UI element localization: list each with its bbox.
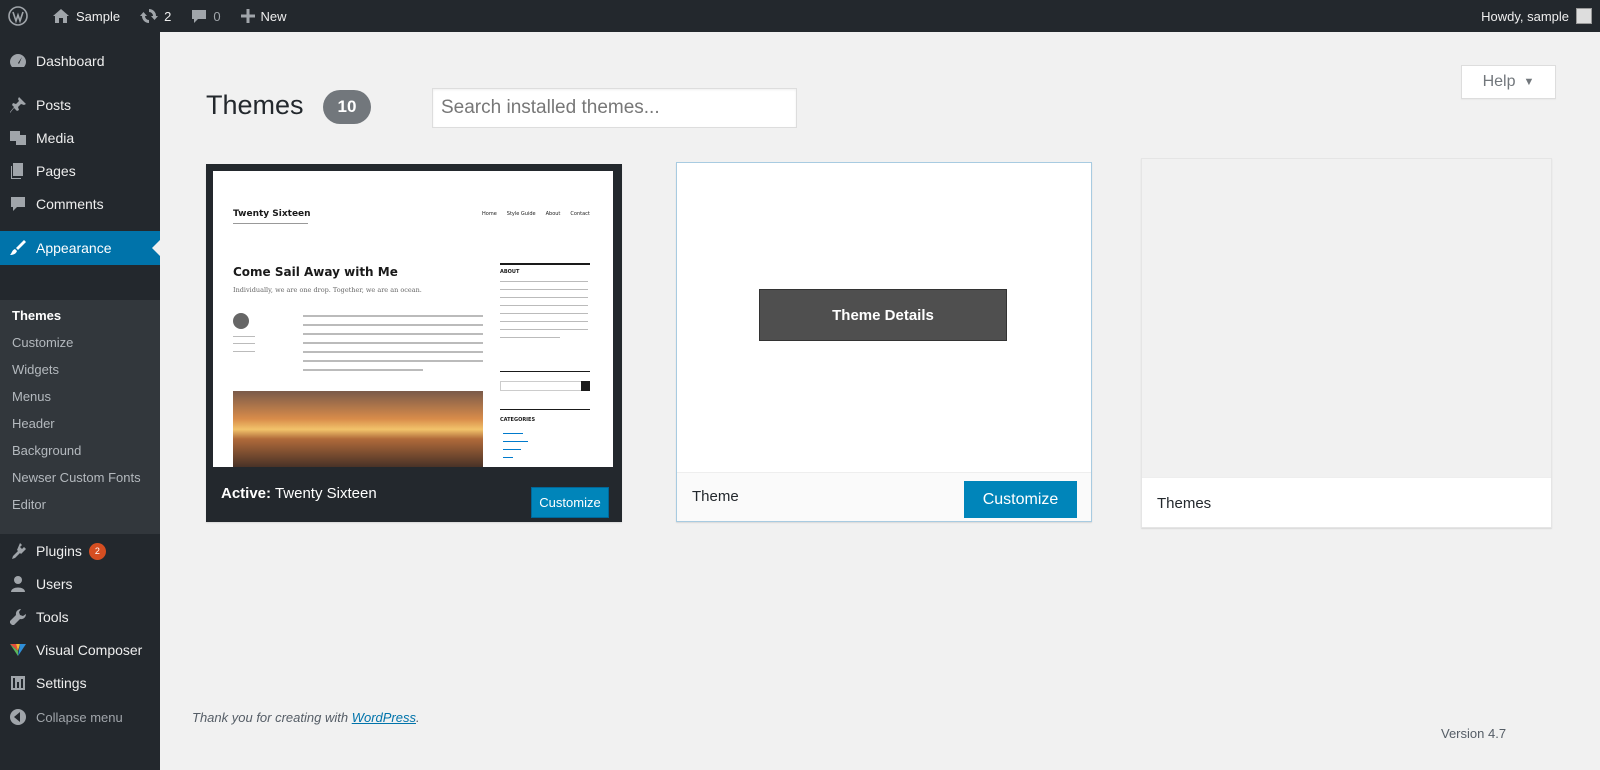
pushpin-icon	[8, 95, 28, 115]
sidebar-item-comments[interactable]: Comments	[0, 187, 160, 221]
sidebar-item-label: Collapse menu	[36, 709, 123, 725]
theme-details-button[interactable]: Theme Details	[759, 289, 1007, 341]
comment-icon	[8, 194, 28, 214]
sidebar-item-label: Media	[36, 130, 75, 146]
pages-icon	[8, 161, 28, 181]
caret-down-icon: ▼	[1523, 76, 1535, 88]
active-theme-footer: Active: Twenty Sixteen Customize	[206, 470, 622, 522]
theme-card[interactable]: Themes	[1141, 158, 1552, 528]
page-title: Themes	[206, 90, 304, 120]
submenu-item-header[interactable]: Header	[12, 414, 55, 434]
theme-card-footer: Themes	[1142, 477, 1551, 527]
sidebar-item-plugins[interactable]: Plugins 2	[0, 534, 160, 568]
wordpress-link[interactable]: WordPress	[352, 710, 416, 725]
sidebar-item-users[interactable]: Users	[0, 567, 160, 601]
paintbrush-icon	[8, 238, 28, 258]
footer-thank-you: Thank you for creating with WordPress.	[192, 710, 420, 725]
sidebar-item-label: Pages	[36, 163, 76, 179]
plugin-icon	[8, 541, 28, 561]
comments-count: 0	[213, 8, 221, 24]
admin-sidebar: Dashboard Posts Media Pages Comments App…	[0, 32, 160, 770]
screenshot-search-box	[500, 381, 590, 391]
collapse-icon	[8, 707, 28, 727]
screenshot-site-title: Twenty Sixteen	[233, 209, 311, 219]
theme-card[interactable]: Theme Details Theme Customize	[676, 162, 1092, 522]
wrench-icon	[8, 607, 28, 627]
submenu-item-newser-custom-fonts[interactable]: Newser Custom Fonts	[12, 468, 141, 488]
avatar	[1576, 8, 1592, 24]
new-label: New	[260, 8, 287, 24]
sidebar-item-media[interactable]: Media	[0, 121, 160, 155]
admin-bar: Sample 2 0 New Howdy, sample	[0, 0, 1600, 32]
active-theme-name: Active: Twenty Sixteen	[221, 485, 377, 502]
home-icon	[53, 9, 69, 23]
help-button[interactable]: Help ▼	[1461, 65, 1556, 99]
updates-icon	[140, 9, 159, 23]
customize-theme-button[interactable]: Customize	[964, 481, 1077, 518]
sidebar-item-label: Posts	[36, 97, 72, 113]
screenshot-search-icon	[581, 381, 590, 391]
submenu-item-customize[interactable]: Customize	[12, 333, 73, 353]
sidebar-item-label: Visual Composer	[36, 642, 143, 658]
sidebar-item-dashboard[interactable]: Dashboard	[0, 44, 160, 78]
plus-icon	[240, 9, 255, 23]
screenshot-categories-label: CATEGORIES	[500, 417, 536, 423]
plugins-update-badge: 2	[88, 542, 106, 560]
wordpress-logo-icon	[8, 6, 28, 26]
sidebar-item-label: Plugins	[36, 543, 82, 559]
sidebar-item-label: Comments	[36, 196, 104, 212]
sidebar-item-visual-composer[interactable]: Visual Composer	[0, 633, 160, 667]
submenu-item-background[interactable]: Background	[12, 441, 81, 461]
submenu-item-menus[interactable]: Menus	[12, 387, 51, 407]
media-icon	[8, 128, 28, 148]
collapse-menu-button[interactable]: Collapse menu	[0, 700, 160, 734]
theme-name: Theme	[692, 488, 739, 505]
theme-name: Themes	[1157, 495, 1212, 512]
screenshot-about-label: ABOUT	[500, 269, 520, 275]
sidebar-item-posts[interactable]: Posts	[0, 88, 160, 122]
screenshot-author-avatar	[233, 313, 249, 329]
sidebar-item-label: Dashboard	[36, 53, 105, 69]
version-text: Version 4.7	[1441, 726, 1507, 741]
settings-icon	[8, 673, 28, 693]
sidebar-item-label: Settings	[36, 675, 87, 691]
screenshot-nav: Home Style Guide About Contact	[482, 211, 590, 217]
user-icon	[8, 574, 28, 594]
comments-link[interactable]: 0	[183, 0, 228, 32]
sidebar-item-settings[interactable]: Settings	[0, 666, 160, 700]
dashboard-icon	[8, 51, 28, 71]
site-name-link[interactable]: Sample	[44, 0, 128, 32]
appearance-submenu: Themes Customize Widgets Menus Header Ba…	[0, 300, 160, 534]
updates-link[interactable]: 2	[132, 0, 179, 32]
my-account-link[interactable]: Howdy, sample	[1481, 0, 1592, 32]
theme-card-active[interactable]: Twenty Sixteen Home Style Guide About Co…	[206, 164, 622, 522]
new-content-link[interactable]: New	[233, 0, 295, 32]
screenshot-post-title: Come Sail Away with Me	[233, 265, 398, 279]
search-themes-input[interactable]	[432, 88, 797, 128]
submenu-item-editor[interactable]: Editor	[12, 495, 46, 515]
customize-active-theme-button[interactable]: Customize	[531, 487, 609, 518]
submenu-item-widgets[interactable]: Widgets	[12, 360, 59, 380]
screenshot-post-subtitle: Individually, we are one drop. Together,…	[233, 286, 422, 294]
theme-count-badge: 10	[323, 90, 371, 124]
sidebar-item-label: Appearance	[36, 240, 112, 256]
visual-composer-icon	[8, 640, 28, 660]
theme-card-footer: Theme Customize	[677, 472, 1091, 521]
sidebar-item-pages[interactable]: Pages	[0, 154, 160, 188]
submenu-item-themes[interactable]: Themes	[12, 306, 61, 326]
site-name: Sample	[76, 8, 121, 24]
wordpress-logo-button[interactable]	[0, 0, 36, 32]
theme-screenshot: Twenty Sixteen Home Style Guide About Co…	[213, 171, 613, 467]
screenshot-sunset-image	[233, 391, 483, 467]
sidebar-item-appearance[interactable]: Appearance	[0, 231, 160, 265]
sidebar-item-label: Users	[36, 576, 73, 592]
comment-icon	[192, 10, 207, 23]
sidebar-item-tools[interactable]: Tools	[0, 600, 160, 634]
help-label: Help	[1482, 73, 1516, 90]
updates-count: 2	[164, 8, 172, 24]
howdy-text: Howdy, sample	[1481, 8, 1569, 24]
sidebar-item-label: Tools	[36, 609, 69, 625]
